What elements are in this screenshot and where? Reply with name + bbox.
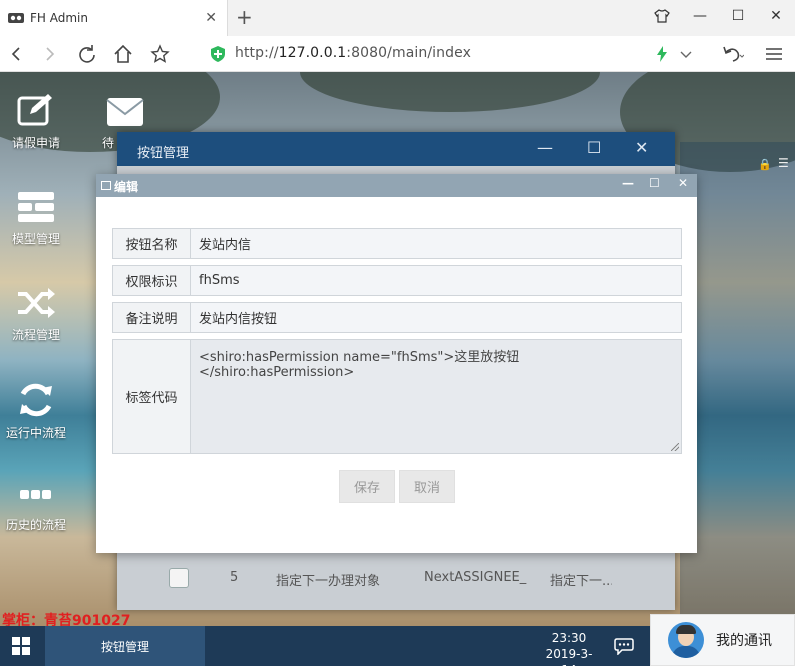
browser-tabbar: FH Admin ✕ + — ☐ ✕ <box>0 0 795 36</box>
model-icon <box>18 192 54 222</box>
remark-input[interactable]: 发站内信按钮 <box>191 303 681 332</box>
permission-input[interactable]: fhSms <box>191 266 681 295</box>
side-panel: 🔒 ☰ <box>680 142 795 626</box>
desktop-icon-label: 请假申请 <box>11 136 60 150</box>
shuffle-icon <box>18 288 55 318</box>
maximize-icon[interactable]: ☐ <box>719 0 757 32</box>
minimize-icon[interactable]: — <box>622 176 634 190</box>
palm-leaves <box>300 72 600 112</box>
undo-icon[interactable] <box>722 42 744 66</box>
minimize-icon[interactable]: — <box>537 138 553 157</box>
home-icon[interactable] <box>111 42 135 66</box>
edit-icon <box>17 94 52 126</box>
menu-icon[interactable] <box>765 42 783 66</box>
desktop-icon-history[interactable]: 历史的流程 <box>0 482 72 533</box>
browser-tab[interactable]: FH Admin ✕ <box>0 0 228 36</box>
edit-dialog: 编辑 — ☐ ✕ 按钮名称 发站内信 权限标识 fhSms 备注说明 发站内信按… <box>96 174 697 553</box>
window-controls: — ☐ ✕ <box>643 0 795 32</box>
window-title: 按钮管理 <box>137 146 190 161</box>
desktop-icon-leave[interactable]: 请假申请 <box>0 92 72 151</box>
tag-code-text: <shiro:hasPermission name="fhSms">这里放按钮<… <box>199 350 520 380</box>
field-label: 标签代码 <box>113 340 191 453</box>
table-row[interactable]: 5 指定下一办理对象 NextASSIGNEE_ 指定下一... <box>117 560 657 596</box>
field-label: 权限标识 <box>113 266 191 295</box>
field-label: 备注说明 <box>113 303 191 332</box>
avatar <box>668 622 704 658</box>
chat-icon[interactable] <box>614 637 634 655</box>
dialog-title: 编辑 <box>114 180 139 194</box>
button-name-input[interactable]: 发站内信 <box>191 229 681 258</box>
bookmark-star-icon[interactable] <box>148 42 172 66</box>
maximize-icon[interactable]: ☐ <box>587 138 601 157</box>
close-icon[interactable]: ✕ <box>635 138 648 157</box>
taskbar-item[interactable]: 按钮管理 <box>45 626 205 666</box>
fh-logo-icon <box>8 13 24 23</box>
desktop-icon-label: 流程管理 <box>11 328 60 342</box>
desktop-icon-label: 运行中流程 <box>5 426 66 440</box>
refresh-icon <box>20 383 52 417</box>
mail-icon <box>106 98 144 126</box>
tab-title: FH Admin <box>30 11 88 25</box>
lock-icon[interactable]: 🔒 <box>758 158 772 171</box>
address-bar[interactable]: http://127.0.0.1:8080/main/index <box>235 45 471 61</box>
field-button-name: 按钮名称 发站内信 <box>112 228 682 259</box>
reload-icon[interactable] <box>75 42 99 66</box>
shop-owner-text: 掌柜：青苔901027 <box>2 613 131 626</box>
browser-navbar: http://127.0.0.1:8080/main/index <box>0 36 795 72</box>
minimize-icon[interactable]: — <box>681 0 719 32</box>
secure-shield-icon <box>211 46 225 62</box>
dialog-header: 编辑 — ☐ ✕ <box>96 174 697 197</box>
new-tab-icon[interactable]: + <box>236 7 253 27</box>
back-icon[interactable] <box>4 42 28 66</box>
shirt-icon[interactable] <box>643 0 681 32</box>
clock: 23:30 2019-3-14 <box>538 630 600 666</box>
chevron-down-icon[interactable] <box>680 42 692 66</box>
list-icon[interactable]: ☰ <box>778 156 789 170</box>
field-permission: 权限标识 fhSms <box>112 265 682 296</box>
lightning-icon[interactable] <box>656 42 668 66</box>
row-index: 5 <box>230 570 239 585</box>
desktop-icon-label: 模型管理 <box>11 232 60 246</box>
tab-close-icon[interactable]: ✕ <box>205 10 217 26</box>
window-icon <box>101 181 111 190</box>
row-desc: 指定下一... <box>550 574 612 589</box>
clock-time: 23:30 <box>551 631 587 645</box>
clock-date: 2019-3-14 <box>545 647 593 666</box>
cancel-button[interactable]: 取消 <box>399 470 455 503</box>
field-tag-code: 标签代码 <shiro:hasPermission name="fhSms">这… <box>112 339 682 454</box>
contacts-label: 我的通讯 <box>716 633 772 649</box>
history-icon <box>20 490 51 499</box>
resize-grip-icon[interactable] <box>671 443 679 451</box>
forward-icon[interactable] <box>38 42 62 66</box>
desktop-icon-label: 待 <box>102 136 115 150</box>
close-icon[interactable]: ✕ <box>757 0 795 32</box>
tag-code-textarea[interactable]: <shiro:hasPermission name="fhSms">这里放按钮<… <box>191 340 681 453</box>
desktop-icon-label: 历史的流程 <box>5 518 66 532</box>
close-icon[interactable]: ✕ <box>678 176 688 190</box>
field-label: 按钮名称 <box>113 229 191 258</box>
row-checkbox[interactable] <box>169 568 189 588</box>
maximize-icon[interactable]: ☐ <box>649 176 660 190</box>
field-remark: 备注说明 发站内信按钮 <box>112 302 682 333</box>
desktop-icon-model[interactable]: 模型管理 <box>0 190 72 247</box>
row-name: 指定下一办理对象 <box>276 574 381 589</box>
desktop-icon-process[interactable]: 流程管理 <box>0 286 72 343</box>
desktop-icon-running[interactable]: 运行中流程 <box>0 382 72 441</box>
windows-start-icon[interactable] <box>12 637 30 655</box>
row-code: NextASSIGNEE_ <box>424 570 527 585</box>
save-button[interactable]: 保存 <box>339 470 395 503</box>
contacts-widget[interactable]: 我的通讯 <box>650 614 795 666</box>
